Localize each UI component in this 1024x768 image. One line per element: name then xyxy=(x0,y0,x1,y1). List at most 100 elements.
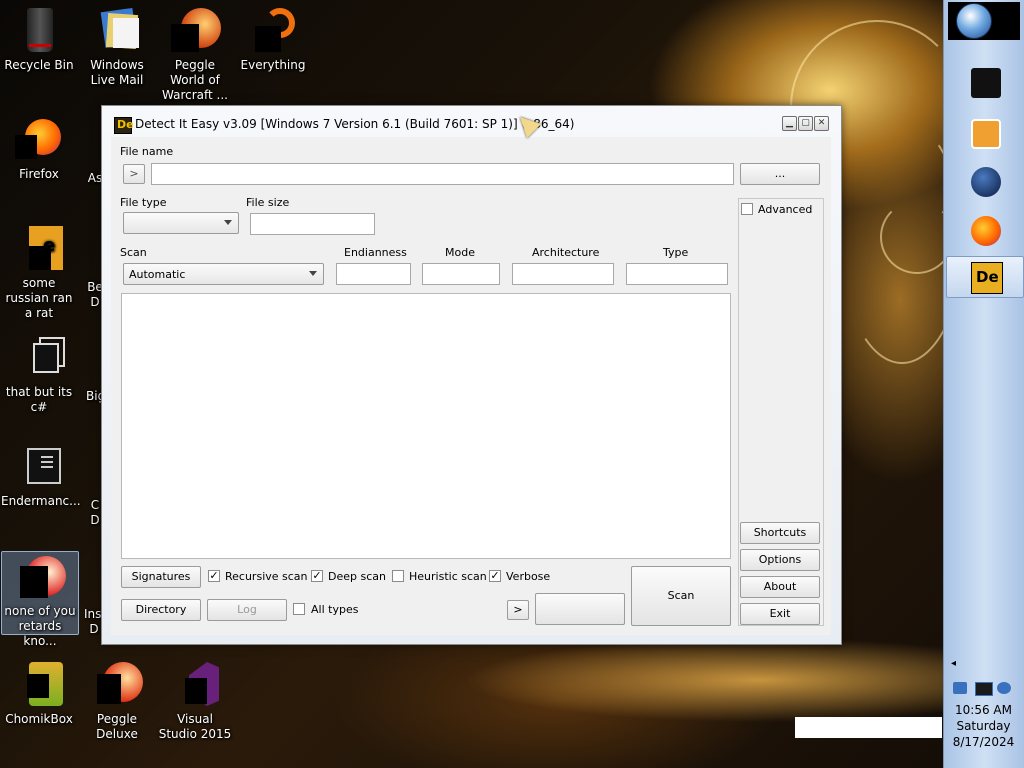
all-types-checkbox[interactable] xyxy=(293,603,305,615)
tray-icons xyxy=(951,680,1015,696)
detect-it-easy-icon: e xyxy=(15,224,63,272)
architecture-label: Architecture xyxy=(532,246,600,259)
mode-field[interactable] xyxy=(422,263,500,285)
desktop-icon-label: ChomikBox xyxy=(5,712,73,726)
shortcut-files-icon xyxy=(15,333,65,381)
about-button[interactable]: About xyxy=(740,576,820,598)
file-name-field[interactable] xyxy=(151,163,734,185)
results-panel[interactable] xyxy=(121,293,731,559)
desktop-icon-label: Visual Studio 2015 xyxy=(158,712,232,741)
peggle-icon xyxy=(171,6,221,54)
recycle-bin-icon xyxy=(15,6,63,54)
start-button[interactable] xyxy=(948,2,1020,40)
desktop-icon-label: that but its c# xyxy=(5,385,73,414)
visual-studio-icon xyxy=(171,660,219,708)
chevron-down-icon xyxy=(224,220,232,225)
clock[interactable]: 10:56 AM Saturday 8/17/2024 xyxy=(943,702,1024,750)
chomikbox-icon xyxy=(15,660,63,708)
maximize-button[interactable]: ▢ xyxy=(798,116,813,131)
desktop-icon-label: Endermanc... xyxy=(1,494,81,508)
chevron-down-icon xyxy=(309,271,317,276)
minimize-button[interactable]: ▁ xyxy=(782,116,797,131)
firefox-icon xyxy=(15,115,63,163)
taskbar-item-detect-it-easy[interactable]: De xyxy=(946,256,1024,298)
type-label: Type xyxy=(663,246,689,259)
desktop-icon-label: Recycle Bin xyxy=(4,58,74,72)
desktop-icon-label: Peggle Deluxe xyxy=(96,712,138,741)
close-button[interactable]: ✕ xyxy=(814,116,829,131)
window-titlebar[interactable]: De Detect It Easy v3.09 [Windows 7 Versi… xyxy=(102,106,841,136)
deep-scan-label: Deep scan xyxy=(328,570,386,583)
windows-orb-icon xyxy=(956,3,992,39)
recursive-scan-label: Recursive scan xyxy=(225,570,308,583)
peggle-icon xyxy=(93,660,143,708)
desktop-icon-csharp[interactable]: that but its c# xyxy=(1,333,77,415)
detect-it-easy-window: De Detect It Easy v3.09 [Windows 7 Versi… xyxy=(101,105,842,645)
heuristic-scan-checkbox[interactable] xyxy=(392,570,404,582)
shortcuts-button[interactable]: Shortcuts xyxy=(740,522,820,544)
taskbar-item-app[interactable] xyxy=(946,62,1024,104)
desktop-icon-recycle-bin[interactable]: Recycle Bin xyxy=(1,6,77,73)
advanced-checkbox[interactable] xyxy=(741,203,753,215)
file-name-label: File name xyxy=(120,145,174,158)
window-title: Detect It Easy v3.09 [Windows 7 Version … xyxy=(135,117,575,131)
network-icon[interactable] xyxy=(953,682,967,694)
more-arrow-button[interactable]: > xyxy=(507,600,529,620)
desktop-white-bar xyxy=(795,717,942,738)
taskbar-item-media-player[interactable] xyxy=(946,113,1024,155)
desktop-icon-peggle-deluxe[interactable]: Peggle Deluxe xyxy=(79,660,155,742)
system-tray: ◂ 10:56 AM Saturday 8/17/2024 xyxy=(943,658,1024,768)
progress-box xyxy=(535,593,625,625)
desktop-icon-firefox[interactable]: Firefox xyxy=(1,115,77,182)
endianness-field[interactable] xyxy=(336,263,411,285)
tray-expand-arrow[interactable]: ◂ xyxy=(951,658,956,669)
desktop-icon-endermanch[interactable]: Endermanc... xyxy=(1,442,81,509)
clock-day: Saturday xyxy=(956,719,1011,733)
scan-label: Scan xyxy=(120,246,147,259)
exit-button[interactable]: Exit xyxy=(740,603,820,625)
deep-scan-checkbox[interactable]: ✓ xyxy=(311,570,323,582)
taskbar: De xyxy=(943,0,1024,768)
log-button[interactable]: Log xyxy=(207,599,287,621)
desktop-icon-peggle-wow[interactable]: Peggle World of Warcraft ... xyxy=(157,6,233,103)
endianness-label: Endianness xyxy=(344,246,407,259)
desktop-icon-chomikbox[interactable]: ChomikBox xyxy=(1,660,77,727)
desktop-icon-label: some russian ran a rat xyxy=(5,276,73,320)
recursive-scan-checkbox[interactable]: ✓ xyxy=(208,570,220,582)
scan-button[interactable]: Scan xyxy=(631,566,731,626)
signatures-button[interactable]: Signatures xyxy=(121,566,201,588)
desktop-icon-everything[interactable]: Everything xyxy=(235,6,311,73)
directory-button[interactable]: Directory xyxy=(121,599,201,621)
file-size-field[interactable] xyxy=(250,213,375,235)
desktop-icon-label: Windows Live Mail xyxy=(90,58,144,87)
detect-it-easy-icon: De xyxy=(971,262,1003,294)
desktop-icon-label: Peggle World of Warcraft ... xyxy=(162,58,228,102)
desktop-icon-visual-studio[interactable]: Visual Studio 2015 xyxy=(157,660,233,742)
app-icon xyxy=(971,68,1001,98)
monitor-icon[interactable] xyxy=(975,682,993,696)
verbose-checkbox[interactable]: ✓ xyxy=(489,570,501,582)
file-type-select[interactable] xyxy=(123,212,239,234)
desktop-icon-none-of-you[interactable]: none of you retards kno... xyxy=(1,551,79,648)
app-logo-icon: De xyxy=(114,117,134,134)
advanced-label: Advanced xyxy=(758,203,813,216)
options-button[interactable]: Options xyxy=(740,549,820,571)
media-player-icon xyxy=(971,119,1001,149)
type-field[interactable] xyxy=(626,263,728,285)
clock-date: 8/17/2024 xyxy=(952,735,1015,749)
open-file-arrow-button[interactable]: > xyxy=(123,164,145,184)
verbose-label: Verbose xyxy=(506,570,551,583)
architecture-field[interactable] xyxy=(512,263,614,285)
firefox-icon xyxy=(971,216,1001,246)
scan-mode-select[interactable]: Automatic xyxy=(123,263,324,285)
taskbar-item-firefox[interactable] xyxy=(946,210,1024,252)
clock-time: 10:56 AM xyxy=(955,703,1012,717)
volume-icon[interactable] xyxy=(997,682,1011,694)
window-client-area: File name > ... File type File size Scan… xyxy=(111,137,831,635)
heuristic-scan-label: Heuristic scan xyxy=(409,570,487,583)
taskbar-item-browser[interactable] xyxy=(946,161,1024,203)
de-logo-text: De xyxy=(976,268,999,286)
desktop-icon-russian-rat[interactable]: e some russian ran a rat xyxy=(1,224,77,321)
desktop-icon-windows-live-mail[interactable]: Windows Live Mail xyxy=(79,6,155,88)
browse-button[interactable]: ... xyxy=(740,163,820,185)
